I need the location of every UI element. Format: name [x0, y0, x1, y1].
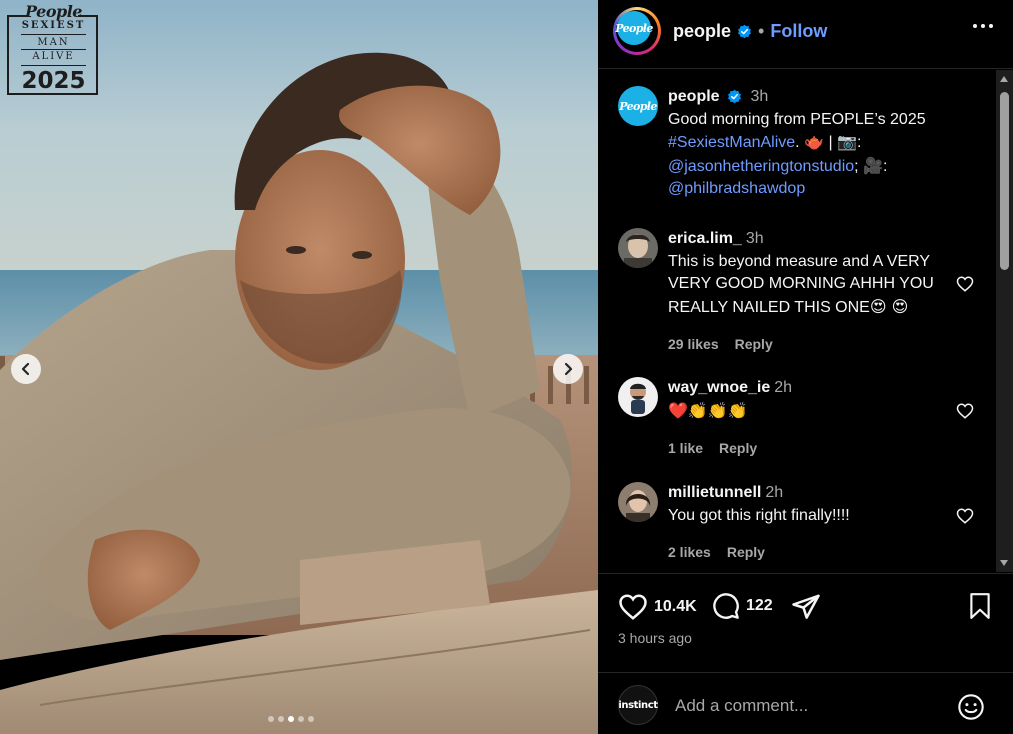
post-timestamp[interactable]: 3 hours ago — [618, 630, 692, 646]
scroll-down-icon[interactable] — [1000, 560, 1008, 566]
comment-likes[interactable]: 2 likes — [668, 541, 711, 564]
more-dot-icon — [981, 24, 985, 28]
current-user-avatar[interactable]: instinct — [618, 685, 658, 725]
next-slide-button[interactable] — [553, 354, 583, 384]
carousel-dot — [268, 716, 274, 722]
post-panel: People people • Follow People people 3h … — [598, 0, 1013, 734]
comment-username[interactable]: erica.lim_ — [668, 230, 742, 247]
comment-time: 3h — [745, 230, 764, 247]
caption-text: Good morning from PEOPLE’s 2025 — [668, 110, 926, 128]
more-dot-icon — [989, 24, 993, 28]
post-image — [0, 0, 598, 734]
header-username[interactable]: people — [673, 21, 731, 42]
chevron-left-icon — [21, 362, 30, 376]
carousel-indicator — [268, 716, 314, 722]
verified-badge-icon — [728, 90, 741, 104]
reply-button[interactable]: Reply — [719, 437, 757, 460]
commenter-avatar[interactable] — [618, 228, 658, 268]
mention-link[interactable]: @jasonhetheringtonstudio — [668, 158, 854, 175]
add-comment-bar: instinct — [598, 672, 1013, 734]
commenter-avatar[interactable] — [618, 482, 658, 522]
emoji-picker-icon[interactable] — [957, 693, 985, 721]
carousel-dot — [308, 716, 314, 722]
badge-rule — [21, 49, 86, 50]
comment-likes[interactable]: 29 likes — [668, 333, 719, 356]
comment-username[interactable]: millietunnell — [668, 484, 761, 501]
badge-rule — [21, 34, 86, 35]
comment-icon — [713, 593, 739, 619]
share-icon — [792, 594, 820, 619]
camera-emoji: 📷 — [837, 132, 857, 151]
like-count: 10.4K — [654, 598, 697, 615]
sexiest-man-alive-badge: People SEXIEST MAN ALIVE 2025 — [7, 2, 100, 98]
caption-username[interactable]: people — [668, 88, 720, 105]
comment-emojis: 😍 😍 — [869, 296, 909, 316]
comment-emojis: ❤️👏👏👏 — [668, 400, 748, 420]
teapot-emoji: 🫖 — [804, 132, 824, 151]
hashtag-link[interactable]: #SexiestManAlive — [668, 134, 795, 151]
badge-line-1: SEXIEST — [21, 20, 86, 31]
mention-link[interactable]: @philbradshawdop — [668, 180, 805, 197]
chevron-right-icon — [564, 362, 573, 376]
share-button[interactable] — [791, 592, 821, 622]
post-photo[interactable]: People SEXIEST MAN ALIVE 2025 — [0, 0, 598, 734]
reply-button[interactable]: Reply — [735, 333, 773, 356]
previous-slide-button[interactable] — [11, 354, 41, 384]
comments-list[interactable]: People people 3h Good morning from PEOPL… — [598, 70, 996, 572]
caption-text: | — [824, 134, 838, 151]
heart-icon[interactable] — [956, 275, 974, 293]
caption-text: : — [856, 134, 862, 151]
post-actions: 10.4K 122 — [598, 573, 1013, 620]
save-button[interactable] — [967, 592, 993, 620]
comment-username[interactable]: way_wnoe_ie — [668, 379, 770, 396]
follow-button[interactable]: Follow — [770, 21, 827, 42]
badge-year: 2025 — [21, 68, 86, 94]
caption-time: 3h — [750, 88, 769, 105]
more-options-button[interactable] — [973, 24, 993, 28]
caption-avatar[interactable]: People — [618, 86, 658, 126]
like-button[interactable]: 10.4K — [618, 592, 697, 622]
video-camera-emoji: 🎥 — [863, 155, 883, 175]
header-separator: • — [758, 21, 765, 41]
comment-count: 122 — [746, 597, 773, 614]
scroll-up-icon[interactable] — [1000, 76, 1008, 82]
carousel-dot — [288, 716, 294, 722]
people-avatar: People — [615, 11, 653, 45]
badge-rule — [21, 65, 86, 66]
heart-icon — [619, 594, 647, 620]
caption-text: ; — [854, 157, 864, 175]
carousel-dot — [278, 716, 284, 722]
carousel-dot — [298, 716, 304, 722]
badge-line-3: ALIVE — [32, 51, 75, 62]
comment-time: 2h — [774, 379, 793, 396]
commenter-avatar[interactable] — [618, 377, 658, 417]
bookmark-icon — [970, 593, 990, 619]
badge-line-2: MAN — [37, 37, 70, 48]
caption-text: . — [795, 134, 800, 151]
comments-scrollbar[interactable] — [996, 70, 1013, 572]
caption-text: : — [882, 157, 888, 175]
comment-input[interactable] — [673, 693, 937, 719]
comment-button[interactable]: 122 — [712, 592, 773, 620]
story-avatar[interactable]: People — [613, 7, 661, 55]
comment-time: 2h — [765, 484, 784, 501]
post-header: People people • Follow — [598, 0, 1013, 69]
comment-likes[interactable]: 1 like — [668, 437, 703, 460]
reply-button[interactable]: Reply — [727, 541, 765, 564]
more-dot-icon — [973, 24, 977, 28]
heart-icon[interactable] — [956, 507, 974, 525]
verified-badge-icon — [738, 24, 751, 39]
heart-icon[interactable] — [956, 402, 974, 420]
comment-text: You got this right finally!!!! — [668, 506, 850, 524]
scrollbar-thumb[interactable] — [1000, 92, 1009, 270]
